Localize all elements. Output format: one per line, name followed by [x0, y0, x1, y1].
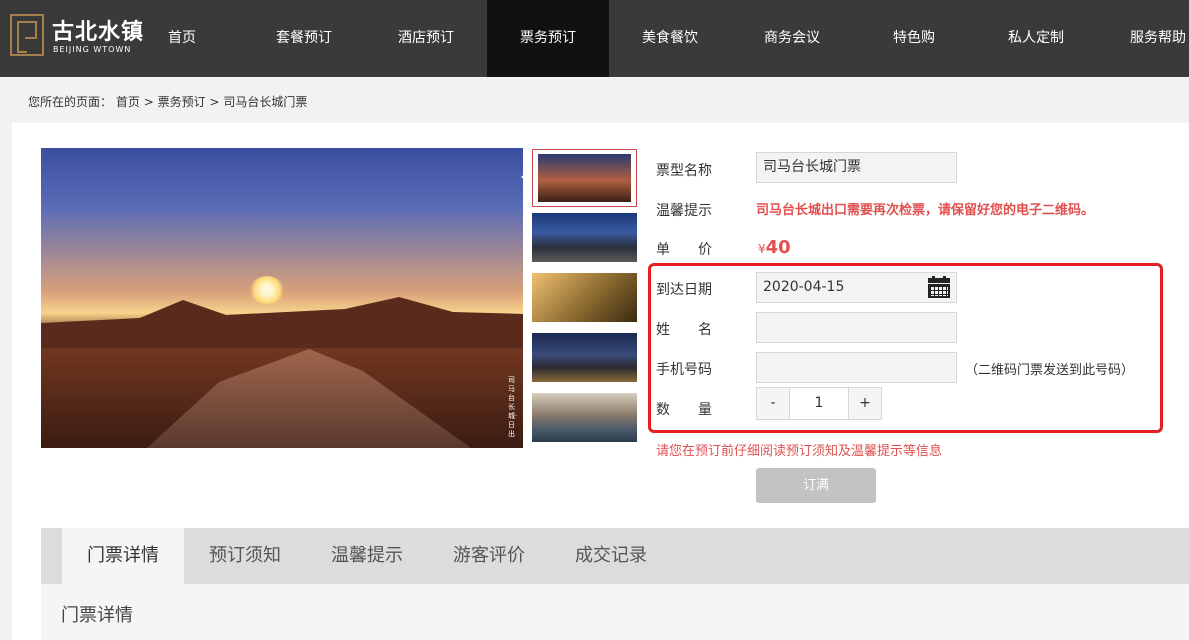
thumbnail-1[interactable] — [532, 149, 637, 207]
tip-text: 司马台长城出口需要再次检票，请保留好您的电子二维码。 — [756, 203, 1095, 218]
thumbnail-3[interactable] — [532, 273, 637, 322]
main-photo: 司马台长城·日出 — [41, 148, 523, 448]
main-menu: 首页 套餐预订 酒店预订 票务预订 美食餐饮 商务会议 特色购 私人定制 服务帮… — [121, 0, 1189, 77]
price-label: 单 价 — [656, 242, 712, 258]
breadcrumb-separator: > — [209, 95, 220, 109]
photo-watermark: 司马台长城·日出 — [508, 376, 518, 438]
tab-transactions[interactable]: 成交记录 — [550, 528, 672, 584]
nav-item-home[interactable]: 首页 — [121, 0, 243, 77]
brand-logo[interactable]: 古北水镇 BEIJING WTOWN — [10, 14, 143, 60]
breadcrumb-item-current: 司马台长城门票 — [223, 95, 308, 109]
thumb-pointer-icon — [521, 171, 529, 183]
ticket-type-label: 票型名称 — [656, 163, 712, 179]
tab-tips[interactable]: 温馨提示 — [306, 528, 428, 584]
nav-item-tickets[interactable]: 票务预订 — [487, 0, 609, 77]
nav-item-business[interactable]: 商务会议 — [731, 0, 853, 77]
nav-item-help[interactable]: 服务帮助 — [1097, 0, 1189, 77]
detail-tabs: 门票详情 预订须知 温馨提示 游客评价 成交记录 — [41, 528, 1189, 584]
tab-reviews[interactable]: 游客评价 — [428, 528, 550, 584]
tab-content-title: 门票详情 — [61, 605, 133, 626]
highlight-box — [648, 263, 1163, 433]
nav-item-hotels[interactable]: 酒店预订 — [365, 0, 487, 77]
thumbnail-2[interactable] — [532, 213, 637, 262]
top-nav: 古北水镇 BEIJING WTOWN 首页 套餐预订 酒店预订 票务预订 美食餐… — [0, 0, 1189, 77]
thumbnail-4[interactable] — [532, 333, 637, 382]
thumbnail-5[interactable] — [532, 393, 637, 442]
breadcrumb-separator: > — [143, 95, 154, 109]
tab-booking-notes[interactable]: 预订须知 — [184, 528, 306, 584]
photo-sun — [249, 276, 285, 304]
breadcrumb: 您所在的页面： 首页 > 票务预订 > 司马台长城门票 — [28, 93, 307, 110]
photo-rocks — [147, 349, 471, 448]
nav-item-shopping[interactable]: 特色购 — [853, 0, 975, 77]
price-display: ¥40 — [758, 237, 791, 258]
nav-item-custom[interactable]: 私人定制 — [975, 0, 1097, 77]
book-button[interactable]: 订满 — [756, 468, 876, 503]
nav-item-dining[interactable]: 美食餐饮 — [609, 0, 731, 77]
breadcrumb-prefix: 您所在的页面： — [28, 95, 113, 109]
brand-name-en: BEIJING WTOWN — [53, 45, 132, 54]
content-panel: 司马台长城·日出 票型名称 司马台长城门票 温馨提示 司马台长城出口需要再次检票… — [12, 123, 1189, 640]
nav-item-packages[interactable]: 套餐预订 — [243, 0, 365, 77]
tip-label: 温馨提示 — [656, 203, 712, 219]
price-currency: ¥ — [758, 242, 766, 256]
price-value: 40 — [765, 237, 791, 258]
tab-content: 门票详情 — [41, 584, 1189, 640]
logo-mark-icon — [10, 14, 44, 56]
thumbnail-list — [532, 149, 637, 453]
booking-notice: 请您在预订前仔细阅读预订须知及温馨提示等信息 — [656, 444, 943, 459]
tab-ticket-details[interactable]: 门票详情 — [62, 528, 184, 584]
breadcrumb-item-home[interactable]: 首页 — [116, 95, 140, 109]
ticket-type-field: 司马台长城门票 — [756, 152, 957, 183]
breadcrumb-item-tickets[interactable]: 票务预订 — [158, 95, 206, 109]
